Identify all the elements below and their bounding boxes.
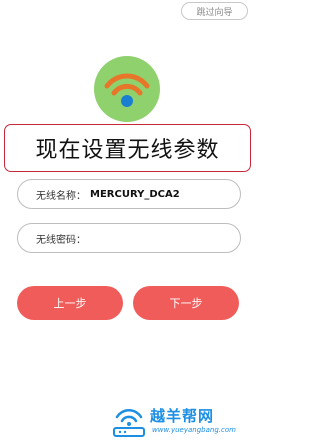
page-title: 现在设置无线参数: [35, 138, 220, 163]
wifi-name-field[interactable]: 无线名称： MERCURY_DCA2: [17, 179, 241, 209]
wifi-glyph: [104, 73, 150, 107]
wifi-name-value[interactable]: MERCURY_DCA2: [90, 189, 180, 200]
skip-wizard-button[interactable]: 跳过向导: [181, 2, 248, 20]
next-step-button[interactable]: 下一步: [133, 286, 239, 320]
watermark-title: 越羊帮网: [150, 407, 215, 425]
wifi-password-input[interactable]: [88, 231, 228, 245]
title-banner: 现在设置无线参数: [4, 124, 251, 172]
wifi-password-label: 无线密码：: [36, 234, 86, 246]
watermark: 越羊帮网 www.yueyangbang.com: [110, 404, 252, 440]
wifi-icon: [94, 56, 160, 122]
wifi-password-field[interactable]: 无线密码：: [17, 223, 241, 253]
watermark-url: www.yueyangbang.com: [152, 426, 236, 434]
wifi-name-label: 无线名称：: [36, 190, 86, 202]
prev-step-button[interactable]: 上一步: [17, 286, 123, 320]
router-wifi-logo-icon: [113, 408, 145, 437]
